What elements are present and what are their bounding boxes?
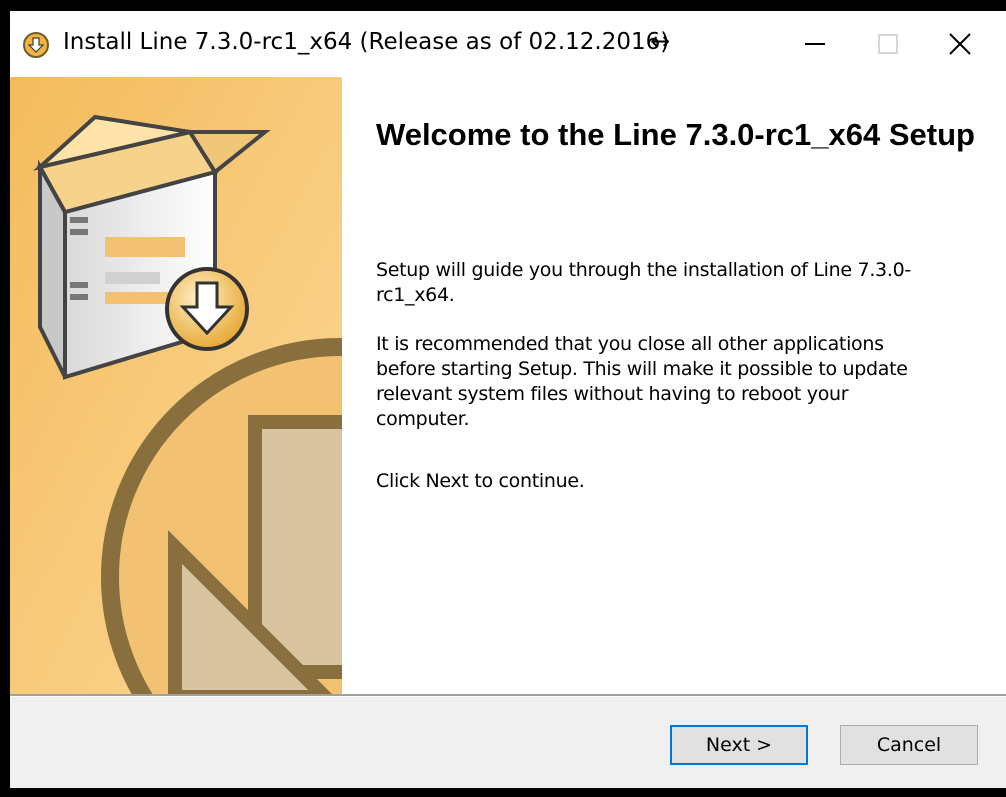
maximize-icon [878,34,898,54]
next-button[interactable]: Next > [670,725,808,765]
cancel-button[interactable]: Cancel [840,725,978,765]
title-bar[interactable]: Install Line 7.3.0-rc1_x64 (Release as o… [10,11,1006,77]
close-button[interactable] [925,11,995,77]
intro-text: Setup will guide you through the install… [376,259,911,306]
installer-window: Install Line 7.3.0-rc1_x64 (Release as o… [10,11,1006,788]
resize-cursor-icon: ↔ [650,27,671,55]
minimize-button[interactable] [780,11,850,77]
welcome-heading: Welcome to the Line 7.3.0-rc1_x64 Setup [376,117,975,152]
close-icon [949,33,971,55]
window-title: Install Line 7.3.0-rc1_x64 (Release as o… [63,29,670,55]
wizard-footer: Next > Cancel [10,697,1006,788]
minimize-icon [805,43,825,45]
installer-icon [23,32,49,58]
recommendation-text: It is recommended that you close all oth… [376,333,908,430]
maximize-button[interactable] [853,11,923,77]
continue-instruction: Click Next to continue. [376,470,585,492]
installer-banner-graphic [10,77,342,694]
wizard-content: Welcome to the Line 7.3.0-rc1_x64 Setup … [10,77,1006,694]
